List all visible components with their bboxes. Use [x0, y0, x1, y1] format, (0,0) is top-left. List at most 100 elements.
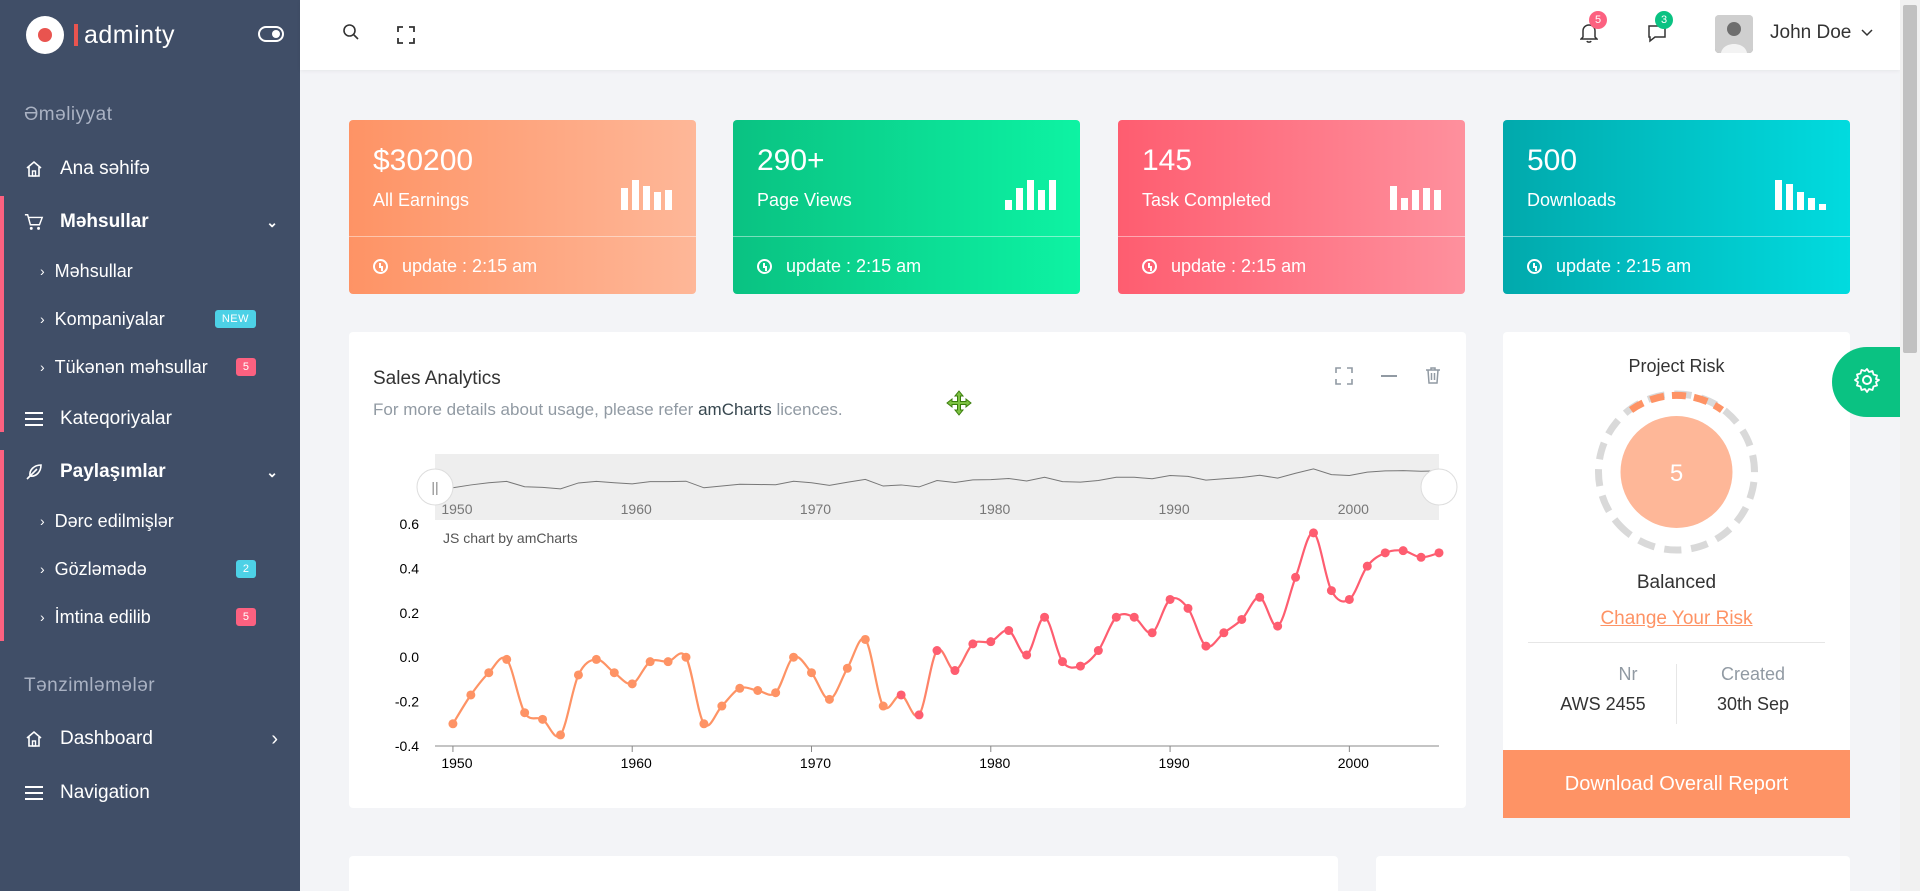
update-time: update : 2:15 am — [757, 256, 921, 277]
sidebar-subitem-campaigns[interactable]: › Kompaniyalar NEW — [0, 299, 300, 339]
data-point — [448, 719, 458, 729]
sidebar: adminty Əməliyyat Ana səhifə Məhsullar ⌄… — [0, 0, 300, 891]
data-point — [789, 652, 799, 662]
data-point — [914, 710, 924, 720]
sidebar-item-home[interactable]: Ana səhifə — [0, 147, 300, 191]
brand-divider — [74, 24, 78, 46]
sidebar-item-categories[interactable]: Kateqoriyalar — [0, 397, 300, 441]
data-point — [681, 652, 691, 662]
data-point — [663, 657, 673, 667]
update-text: update : 2:15 am — [1556, 256, 1692, 276]
bar — [1027, 180, 1034, 210]
home-icon — [24, 159, 44, 179]
bar — [1786, 184, 1793, 210]
data-point — [932, 646, 942, 656]
sidebar-subitem-label: Tükənən məhsullar — [54, 356, 208, 377]
y-tick-label: 0.6 — [400, 516, 420, 532]
scrollbar-handle-grip: || — [431, 479, 438, 495]
sidebar-item-label: Dashboard — [60, 728, 153, 749]
brand[interactable]: adminty — [0, 0, 300, 70]
chevron-right-icon: › — [40, 311, 45, 327]
stat-label: Downloads — [1527, 190, 1617, 210]
data-point — [1309, 528, 1318, 538]
bar — [1016, 188, 1023, 210]
gear-icon — [1853, 366, 1881, 399]
data-point — [591, 654, 601, 664]
notification-count-badge: 5 — [1589, 11, 1607, 29]
data-point — [1362, 561, 1372, 571]
divider — [1528, 642, 1825, 643]
brand-logo-icon — [26, 16, 64, 54]
y-tick-label: -0.4 — [395, 738, 419, 754]
sidebar-subitem-out-of-stock[interactable]: › Tükənən məhsullar 5 — [0, 347, 300, 387]
stat-label: Page Views — [757, 190, 852, 210]
data-point — [1434, 548, 1444, 558]
data-point — [1273, 621, 1283, 631]
data-point — [1111, 612, 1121, 622]
data-point — [878, 701, 888, 711]
sidebar-toggle-icon[interactable] — [258, 26, 284, 42]
nr-label: Nr — [1618, 664, 1638, 684]
download-report-button[interactable]: Download Overall Report — [1503, 750, 1850, 818]
data-point — [699, 719, 709, 729]
data-point — [1380, 548, 1390, 558]
avatar[interactable] — [1715, 15, 1753, 53]
sidebar-item-label: Paylaşımlar — [60, 461, 166, 482]
sidebar-item-dashboard[interactable]: Dashboard › — [0, 717, 300, 761]
page-scrollbar-thumb[interactable] — [1903, 5, 1917, 353]
sidebar-item-navigation[interactable]: Navigation — [0, 771, 300, 815]
x-tick-label: 1950 — [441, 755, 472, 771]
update-text: update : 2:15 am — [786, 256, 922, 276]
sidebar-subitem-label: Məhsullar — [54, 260, 133, 281]
sidebar-subitem-published[interactable]: › Dərc edilmişlər — [0, 501, 300, 541]
scrollbar-tick-label: 1980 — [979, 501, 1010, 517]
bar — [665, 190, 672, 210]
chevron-right-icon: › — [40, 263, 45, 279]
data-point — [1255, 592, 1265, 602]
sidebar-subitem-products[interactable]: › Məhsullar — [0, 251, 300, 291]
data-point — [466, 690, 476, 700]
scrollbar-tick-label: 1950 — [441, 501, 472, 517]
data-point — [807, 668, 816, 678]
update-text: update : 2:15 am — [402, 256, 538, 276]
sidebar-subitem-rejected[interactable]: › İmtina edilib 5 — [0, 597, 300, 637]
change-risk-link[interactable]: Change Your Risk — [1503, 608, 1850, 630]
bar — [621, 188, 628, 210]
scrollbar-tick-label: 1970 — [800, 501, 831, 517]
data-point — [771, 688, 781, 698]
clock-icon — [373, 259, 388, 274]
sidebar-item-label: Məhsullar — [60, 211, 149, 232]
bar — [1049, 180, 1056, 210]
data-point — [1004, 626, 1014, 636]
sales-chart[interactable]: ||1950 1960 1970 1980 1990 2000JS chart by am… — [349, 332, 1466, 808]
x-tick-label: 1990 — [1158, 755, 1189, 771]
stat-label: Task Completed — [1142, 190, 1272, 210]
data-point — [1237, 614, 1247, 624]
bar — [632, 180, 639, 210]
sales-analytics-panel: Sales Analytics For more details about u… — [349, 332, 1466, 808]
sidebar-subitem-label: Gözləmədə — [54, 558, 147, 579]
user-name[interactable]: John Doe — [1770, 22, 1851, 44]
bar-chart-icon — [1005, 178, 1056, 210]
scrollbar-tick-label: 2000 — [1338, 501, 1369, 517]
chevron-down-icon[interactable] — [1860, 26, 1874, 40]
bar-chart-icon — [1775, 178, 1826, 210]
search-icon[interactable] — [341, 22, 361, 42]
update-time: update : 2:15 am — [1142, 256, 1306, 277]
risk-gauge: 5 — [1595, 390, 1758, 554]
chart-scrollbar — [435, 454, 1439, 520]
count-badge: 2 — [235, 560, 256, 578]
fullscreen-icon[interactable] — [396, 25, 416, 45]
series-line — [451, 531, 1440, 738]
data-point — [573, 670, 583, 680]
sidebar-item-products[interactable]: Məhsullar ⌄ — [0, 200, 300, 244]
x-tick-label: 1980 — [979, 755, 1010, 771]
sidebar-item-posts[interactable]: Paylaşımlar ⌄ — [0, 450, 300, 494]
data-point — [1165, 594, 1175, 604]
data-point — [484, 668, 494, 678]
sidebar-subitem-pending[interactable]: › Gözləmədə 2 — [0, 549, 300, 589]
stat-value: 145 — [1142, 144, 1193, 177]
stat-value: $30200 — [373, 144, 474, 177]
data-point — [520, 708, 530, 718]
settings-fab[interactable] — [1832, 347, 1902, 417]
